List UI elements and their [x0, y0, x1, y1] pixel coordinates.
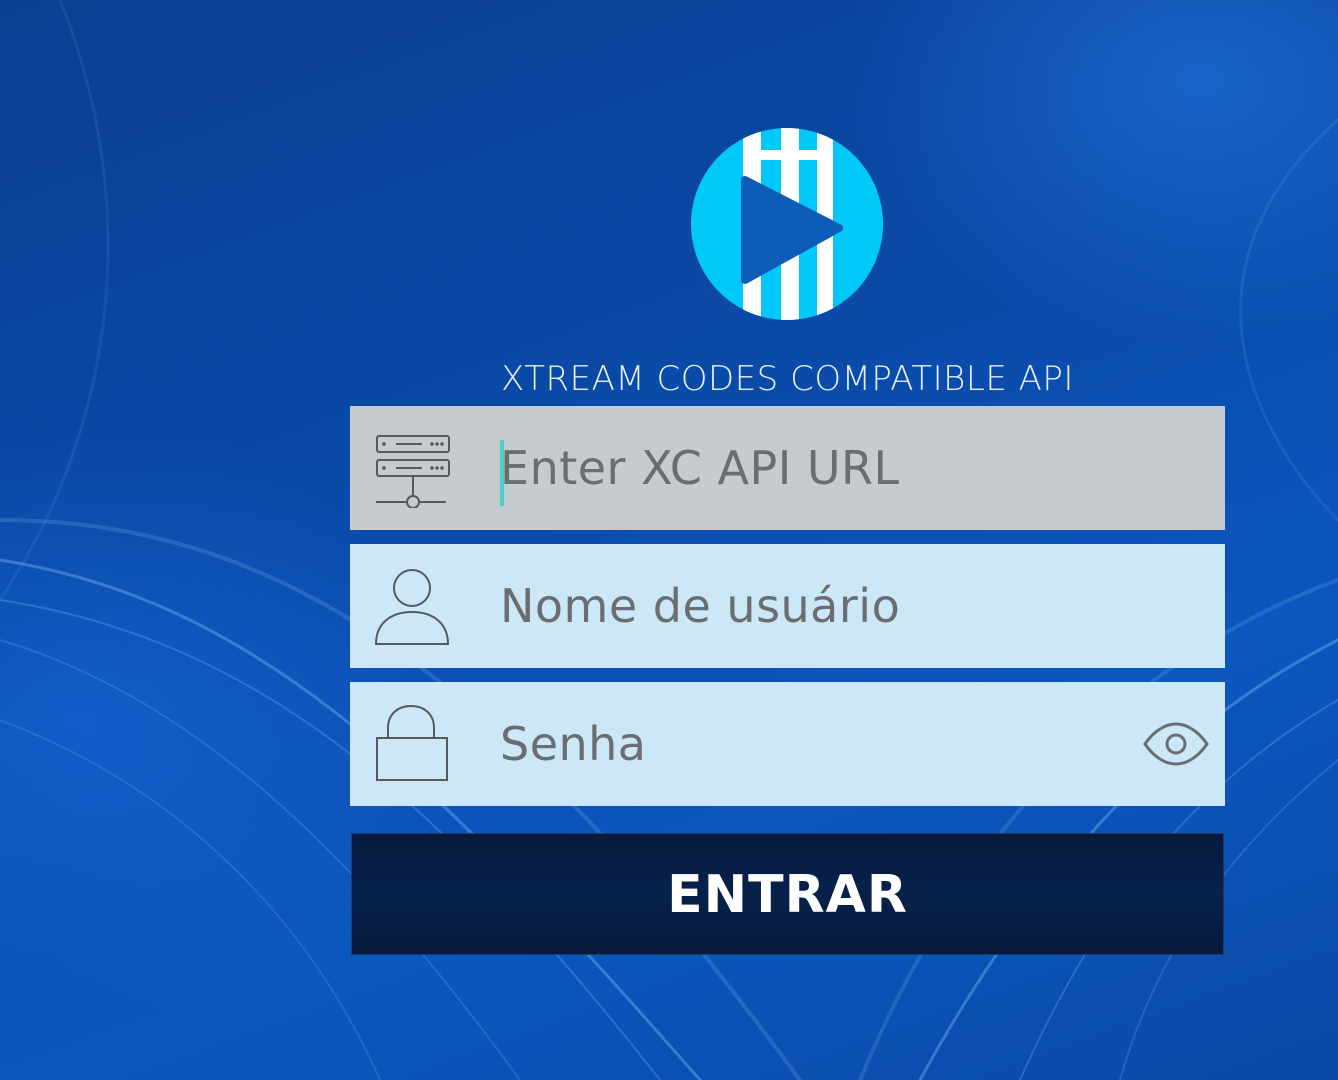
- server-icon: [376, 435, 450, 508]
- user-icon: [374, 569, 450, 645]
- username-field[interactable]: Nome de usuário: [350, 544, 1225, 668]
- password-input-placeholder[interactable]: Senha: [500, 682, 647, 806]
- username-input-placeholder[interactable]: Nome de usuário: [500, 544, 900, 668]
- login-button[interactable]: ENTRAR: [351, 833, 1224, 955]
- url-input-placeholder[interactable]: Enter XC API URL: [500, 406, 900, 530]
- app-logo: [691, 128, 883, 320]
- url-field[interactable]: Enter XC API URL: [350, 406, 1225, 530]
- eye-icon[interactable]: [1142, 720, 1210, 768]
- api-subtitle: XTREAM CODES COMPATIBLE API: [501, 359, 1074, 399]
- password-field[interactable]: Senha: [350, 682, 1225, 806]
- lock-icon: [376, 704, 448, 781]
